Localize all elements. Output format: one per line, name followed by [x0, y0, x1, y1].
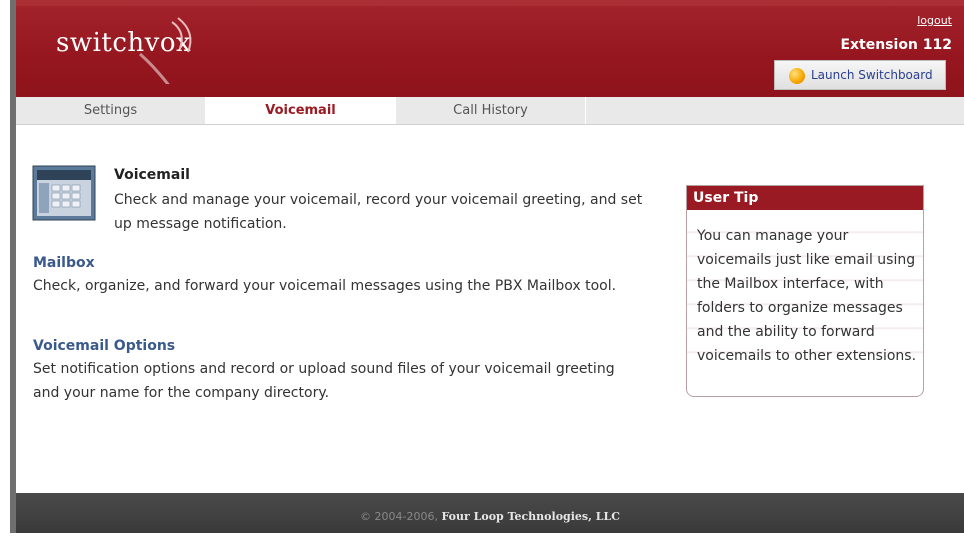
- footer-copyright: © 2004-2006,: [360, 510, 438, 523]
- logo-swirl-icon: [139, 17, 192, 84]
- tab-settings[interactable]: Settings: [16, 97, 206, 124]
- page-description: Check and manage your voicemail, record …: [114, 192, 643, 232]
- mailbox-description: Check, organize, and forward your voicem…: [33, 278, 617, 294]
- user-tip-title: User Tip: [687, 186, 923, 210]
- header-bar: switchvox logout Extension 112 Launch Sw…: [16, 0, 964, 97]
- switchboard-orb-icon: [789, 68, 805, 84]
- app-frame: switchvox logout Extension 112 Launch Sw…: [10, 0, 964, 533]
- footer-company: Four Loop Technologies, LLC: [441, 510, 620, 523]
- tab-call-history[interactable]: Call History: [396, 97, 586, 124]
- page-title: Voicemail: [114, 167, 190, 183]
- footer: © 2004-2006, Four Loop Technologies, LLC: [16, 493, 964, 533]
- tab-voicemail[interactable]: Voicemail: [206, 97, 396, 124]
- main-content: Voicemail Check and manage your voicemai…: [16, 125, 964, 493]
- voicemail-options-description: Set notification options and record or u…: [33, 361, 615, 401]
- user-tip-box: User Tip You can manage your voicemails …: [686, 185, 924, 397]
- voicemail-options-link[interactable]: Voicemail Options: [33, 338, 175, 354]
- user-tip-body: You can manage your voicemails just like…: [687, 210, 923, 374]
- logout-link[interactable]: logout: [917, 14, 952, 27]
- extension-label: Extension 112: [840, 37, 952, 53]
- tab-bar: Settings Voicemail Call History: [16, 97, 964, 125]
- mailbox-link[interactable]: Mailbox: [33, 255, 95, 271]
- launch-switchboard-label: Launch Switchboard: [811, 68, 933, 82]
- voicemail-phone-icon: [32, 165, 96, 221]
- launch-switchboard-button[interactable]: Launch Switchboard: [774, 60, 946, 90]
